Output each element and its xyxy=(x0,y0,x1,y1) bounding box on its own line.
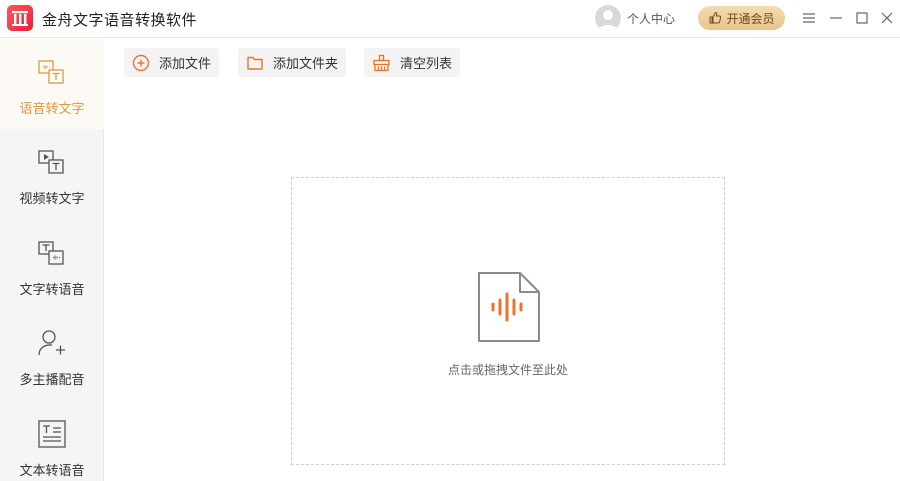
user-center-label: 个人中心 xyxy=(627,11,676,26)
add-folder-button[interactable]: 添加文件夹 xyxy=(238,48,346,77)
avatar xyxy=(595,5,621,31)
open-vip-button[interactable]: 开通会员 xyxy=(698,6,785,30)
sidebar-item-label: 文字转语音 xyxy=(19,283,85,298)
user-avatar-icon xyxy=(598,10,618,31)
thumbs-up-icon xyxy=(709,11,722,24)
drop-hint-text: 点击或拖拽文件至此处 xyxy=(447,363,568,377)
menu-button[interactable] xyxy=(800,9,818,27)
file-drop-zone[interactable]: 点击或拖拽文件至此处 xyxy=(291,177,725,465)
audio-file-icon xyxy=(478,272,540,342)
sidebar-item-audio-to-text[interactable]: 语音转文字 xyxy=(0,39,104,129)
close-button[interactable] xyxy=(878,9,896,27)
maximize-icon xyxy=(856,12,868,24)
clear-list-label: 清空列表 xyxy=(400,57,453,72)
sidebar-item-label: 视频转文字 xyxy=(19,192,85,207)
add-file-label: 添加文件 xyxy=(159,57,212,72)
folder-icon xyxy=(247,56,263,70)
text-to-audio-icon xyxy=(38,241,64,265)
sidebar-item-video-to-text[interactable]: 视频转文字 xyxy=(0,129,104,219)
minimize-icon xyxy=(830,17,842,19)
app-title: 金舟文字语音转换软件 xyxy=(42,11,198,29)
clear-list-button[interactable]: 清空列表 xyxy=(364,48,460,77)
minimize-button[interactable] xyxy=(827,9,845,27)
add-folder-label: 添加文件夹 xyxy=(273,57,339,72)
app-logo-icon xyxy=(7,5,33,31)
sidebar-item-label: 语音转文字 xyxy=(19,102,85,117)
sidebar-item-label: 文本转语音 xyxy=(19,464,85,479)
sidebar-item-document-to-audio[interactable]: 文本转语音 xyxy=(0,401,104,481)
plus-circle-icon xyxy=(132,54,150,71)
open-vip-label: 开通会员 xyxy=(726,11,775,26)
sidebar: 语音转文字 视频转文字 文字转语音 多主播配音 文本转语音 xyxy=(0,39,104,481)
user-center-button[interactable]: 个人中心 xyxy=(595,5,675,31)
multi-voice-icon xyxy=(38,330,65,356)
close-icon xyxy=(881,12,893,24)
video-to-text-icon xyxy=(38,150,64,174)
add-file-button[interactable]: 添加文件 xyxy=(124,48,219,77)
document-to-audio-icon xyxy=(38,420,66,448)
sidebar-item-text-to-audio[interactable]: 文字转语音 xyxy=(0,220,104,310)
sidebar-item-multi-voice[interactable]: 多主播配音 xyxy=(0,310,104,400)
sidebar-item-label: 多主播配音 xyxy=(19,373,85,388)
audio-to-text-icon xyxy=(38,60,64,84)
title-bar: 金舟文字语音转换软件 个人中心 开通会员 xyxy=(0,0,900,38)
broom-clean-icon xyxy=(373,54,390,71)
hamburger-menu-icon xyxy=(803,13,815,23)
maximize-button[interactable] xyxy=(853,9,871,27)
